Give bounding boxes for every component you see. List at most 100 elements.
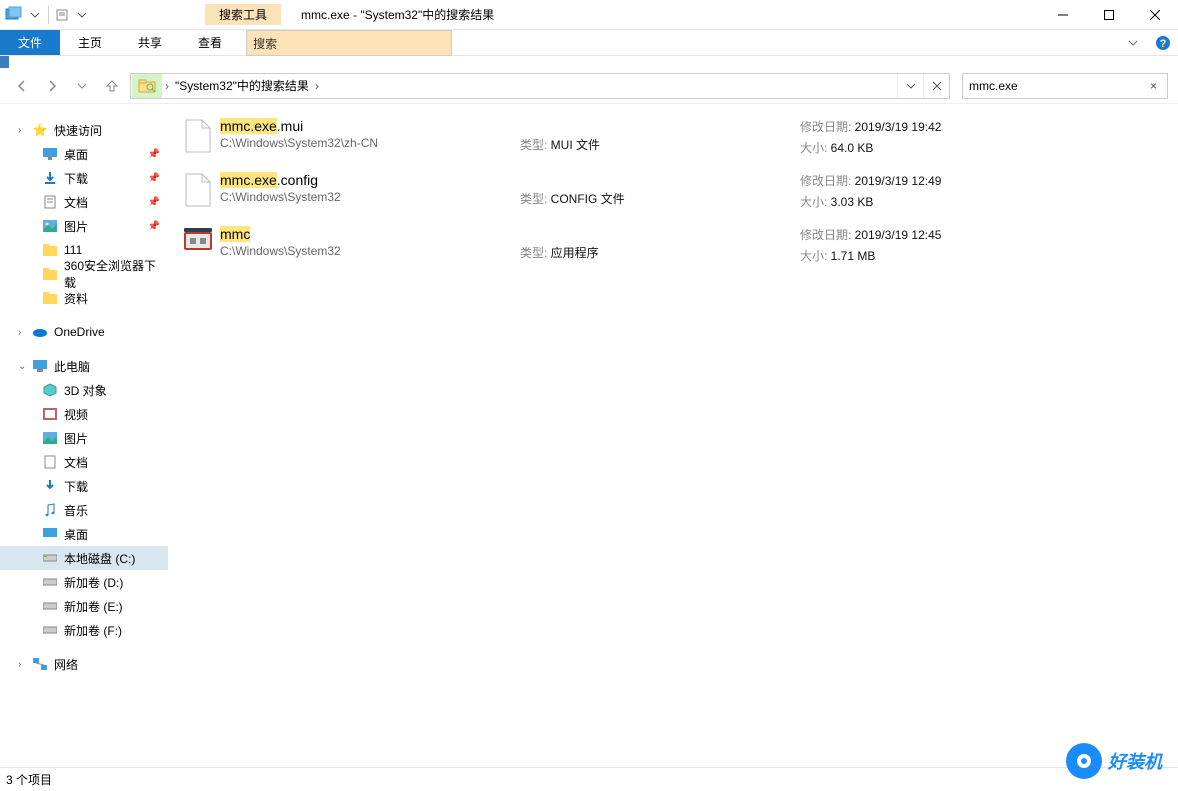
drive-icon (42, 550, 58, 566)
close-button[interactable] (1132, 0, 1178, 30)
sidebar-item-label: 新加卷 (D:) (64, 574, 123, 591)
file-icon (180, 118, 216, 158)
sidebar-videos[interactable]: 视频 (0, 402, 168, 426)
tab-search[interactable]: 搜索 (246, 30, 452, 56)
sidebar-downloads2[interactable]: 下载 (0, 474, 168, 498)
sidebar-item-label: 新加卷 (F:) (64, 622, 122, 639)
status-bar: 3 个项目 (0, 767, 1178, 791)
results-pane: mmc.exe.muiC:\Windows\System32\zh-CN 类型:… (168, 104, 1178, 767)
result-type: 应用程序 (551, 246, 599, 260)
star-icon: ⭐ (32, 122, 48, 138)
size-label: 大小: (800, 141, 831, 155)
result-path: C:\Windows\System32\zh-CN (220, 136, 520, 150)
sidebar-local-disk-c[interactable]: 本地磁盘 (C:) (0, 546, 168, 570)
breadcrumb-chevron-icon[interactable]: › (163, 79, 171, 93)
result-row[interactable]: mmc.exe.configC:\Windows\System32 类型: CO… (174, 168, 1172, 216)
sidebar-pictures[interactable]: 图片 📌 (0, 214, 168, 238)
address-dropdown-icon[interactable] (897, 74, 923, 98)
tab-view[interactable]: 查看 (180, 30, 240, 55)
sidebar-downloads[interactable]: 下载📌 (0, 166, 168, 190)
type-label: 类型: (520, 246, 551, 260)
sidebar-vol-f[interactable]: 新加卷 (F:) (0, 618, 168, 642)
file-icon (180, 172, 216, 212)
breadcrumb-chevron-icon[interactable]: › (313, 79, 321, 93)
sidebar-desktop2[interactable]: 桌面 (0, 522, 168, 546)
forward-button[interactable] (40, 74, 64, 98)
maximize-button[interactable] (1086, 0, 1132, 30)
tab-home[interactable]: 主页 (60, 30, 120, 55)
sidebar-desktop[interactable]: 桌面 📌 (0, 142, 168, 166)
picture-icon (42, 218, 58, 234)
sidebar-network[interactable]: ›网络 (0, 652, 168, 676)
tab-share[interactable]: 共享 (120, 30, 180, 55)
sidebar-item-label: 视频 (64, 406, 88, 423)
sidebar-vol-d[interactable]: 新加卷 (D:) (0, 570, 168, 594)
result-filename: mmc (220, 226, 520, 242)
recent-dropdown-icon[interactable] (70, 74, 94, 98)
sidebar-item-label: 桌面 (64, 526, 88, 543)
sidebar-folder-ziliao[interactable]: 资料 (0, 286, 168, 310)
result-row[interactable]: mmcC:\Windows\System32 类型: 应用程序修改日期: 201… (174, 222, 1172, 270)
download-icon (42, 478, 58, 494)
result-type: MUI 文件 (551, 138, 600, 152)
result-size: 64.0 KB (831, 141, 874, 155)
document-icon (42, 454, 58, 470)
sidebar-item-label: 111 (64, 243, 82, 257)
pin-icon: 📌 (148, 149, 160, 160)
back-button[interactable] (10, 74, 34, 98)
type-label: 类型: (520, 192, 551, 206)
document-icon (42, 194, 58, 210)
result-row[interactable]: mmc.exe.muiC:\Windows\System32\zh-CN 类型:… (174, 114, 1172, 162)
result-date: 2019/3/19 19:42 (855, 120, 942, 134)
sidebar-item-label: 文档 (64, 194, 88, 211)
sidebar-quick-access[interactable]: ›⭐快速访问 (0, 118, 168, 142)
clear-search-icon[interactable]: × (1146, 79, 1161, 93)
size-label: 大小: (800, 249, 831, 263)
sidebar-folder-360[interactable]: 360安全浏览器下载 (0, 262, 168, 286)
sidebar-item-label: OneDrive (54, 325, 105, 339)
folder-icon (42, 290, 58, 306)
sidebar-vol-e[interactable]: 新加卷 (E:) (0, 594, 168, 618)
address-bar[interactable]: › "System32"中的搜索结果 › (130, 73, 950, 99)
stop-refresh-button[interactable] (923, 74, 949, 98)
sidebar-documents2[interactable]: 文档 (0, 450, 168, 474)
svg-text:?: ? (1160, 38, 1167, 50)
watermark: 好装机 (1066, 743, 1162, 779)
sidebar-music[interactable]: 音乐 (0, 498, 168, 522)
sidebar-item-label: 图片 (64, 218, 88, 235)
search-box[interactable]: × (962, 73, 1168, 99)
desktop-icon (42, 526, 58, 542)
sidebar-pictures2[interactable]: 图片 (0, 426, 168, 450)
sidebar-this-pc[interactable]: ⌄此电脑 (0, 354, 168, 378)
location-icon (132, 74, 162, 98)
result-size: 3.03 KB (831, 195, 874, 209)
sidebar-item-label: 桌面 (64, 146, 88, 163)
minimize-button[interactable] (1040, 0, 1086, 30)
help-icon[interactable]: ? (1148, 30, 1178, 55)
tab-file[interactable]: 文件 (0, 30, 60, 55)
sidebar-item-label: 新加卷 (E:) (64, 598, 123, 615)
result-date: 2019/3/19 12:49 (855, 174, 942, 188)
up-button[interactable] (100, 74, 124, 98)
sidebar-onedrive[interactable]: ›OneDrive (0, 320, 168, 344)
search-input[interactable] (969, 79, 1146, 93)
breadcrumb-location[interactable]: "System32"中的搜索结果 (171, 77, 313, 94)
type-label: 类型: (520, 138, 551, 152)
date-label: 修改日期: (800, 120, 855, 134)
result-size: 1.71 MB (831, 249, 876, 263)
sidebar-documents[interactable]: 文档📌 (0, 190, 168, 214)
qat-dropdown-icon[interactable] (26, 6, 44, 24)
folder-icon (42, 242, 58, 258)
qat-chevron-icon[interactable] (73, 6, 91, 24)
result-type: CONFIG 文件 (551, 192, 625, 206)
sidebar-3d-objects[interactable]: 3D 对象 (0, 378, 168, 402)
cloud-icon (32, 324, 48, 340)
folder-icon (42, 266, 58, 282)
pin-icon: 📌 (148, 221, 160, 232)
ribbon-toggle-icon[interactable] (1118, 30, 1148, 55)
qat-properties-icon[interactable] (53, 6, 71, 24)
sidebar-item-label: 文档 (64, 454, 88, 471)
pin-icon: 📌 (148, 173, 160, 184)
video-icon (42, 406, 58, 422)
result-path: C:\Windows\System32 (220, 244, 520, 258)
